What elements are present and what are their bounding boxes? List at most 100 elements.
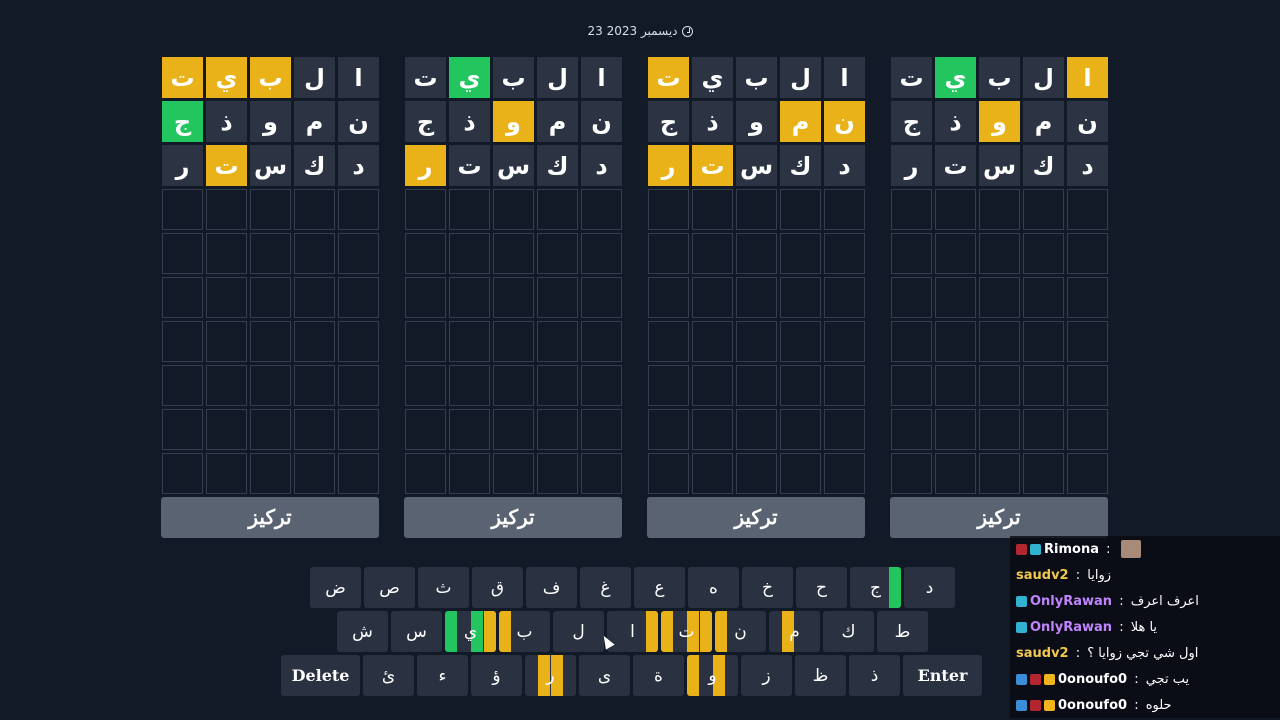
key-label: ه [709,577,718,598]
chat-badge-icon [1016,543,1027,555]
tile [1023,189,1064,230]
letter-key[interactable]: ل [553,611,604,652]
tile [537,233,578,274]
tile [405,277,446,318]
key-label: ج [870,577,881,598]
board-1-status-stripe [715,611,727,652]
letter-key[interactable]: م [769,611,820,652]
letter-key[interactable]: ئ [363,655,414,696]
chat-badge-icon [1044,699,1055,711]
letter-key[interactable]: و [687,655,738,696]
letter-key[interactable]: ه [688,567,739,608]
letter-key[interactable]: ج [850,567,901,608]
tile: س [736,145,777,186]
letter-key[interactable]: ب [499,611,550,652]
key-label: ؤ [492,665,501,686]
letter-key[interactable]: ى [579,655,630,696]
tile [537,321,578,362]
letter-key[interactable]: ء [417,655,468,696]
tile: ن [1067,101,1108,142]
letter-key[interactable]: ز [741,655,792,696]
letter-key[interactable]: ا [607,611,658,652]
letter-key[interactable]: ع [634,567,685,608]
tile: ك [294,145,335,186]
key-label: ق [490,577,505,598]
tile [1023,233,1064,274]
tile [979,189,1020,230]
letter-key[interactable]: ف [526,567,577,608]
tile: ن [338,101,379,142]
chat-text: اول شي تجي زوايا ؟ [1087,645,1199,661]
letter-key[interactable]: ن [715,611,766,652]
letter-key[interactable]: ظ [795,655,846,696]
focus-button-board-1[interactable]: تركيز [161,497,379,538]
letter-key[interactable]: ط [877,611,928,652]
tile: د [581,145,622,186]
tile: م [537,101,578,142]
tile [405,189,446,230]
tile [1023,365,1064,406]
tile: ا [1067,57,1108,98]
letter-key[interactable]: ر [525,655,576,696]
tile [891,189,932,230]
letter-key[interactable]: ت [661,611,712,652]
chat-text: يب تجي [1145,671,1190,687]
delete-key[interactable]: Delete [281,655,360,696]
focus-button-board-2[interactable]: تركيز [404,497,622,538]
letter-key[interactable]: ق [472,567,523,608]
letter-key[interactable]: ذ [849,655,900,696]
tile: ي [692,57,733,98]
letter-key[interactable]: ي [445,611,496,652]
tile [736,453,777,494]
key-label: ط [894,621,911,642]
letter-key[interactable]: ؤ [471,655,522,696]
chat-separator: : [1115,619,1128,635]
focus-button-board-3[interactable]: تركيز [647,497,865,538]
letter-key[interactable]: ش [337,611,388,652]
tile: ن [824,101,865,142]
tile [780,277,821,318]
tile [405,365,446,406]
letter-key[interactable]: خ [742,567,793,608]
tile [162,409,203,450]
letter-key[interactable]: ث [418,567,469,608]
letter-key[interactable]: غ [580,567,631,608]
tile [648,453,689,494]
letter-key[interactable]: د [904,567,955,608]
tile: و [250,101,291,142]
chat-separator: : [1071,645,1085,661]
letter-key[interactable]: ض [310,567,361,608]
chat-badge-icon [1030,699,1041,711]
tile: ب [736,57,777,98]
date-text: 23 ديسمبر 2023 [587,24,678,38]
tile: ج [162,101,203,142]
letter-key[interactable]: ك [823,611,874,652]
letter-key[interactable]: ح [796,567,847,608]
tile [736,189,777,230]
letter-key[interactable]: ص [364,567,415,608]
focus-button-board-4[interactable]: تركيز [890,497,1108,538]
chat-username: saudv2 [1016,645,1069,661]
tile: س [493,145,534,186]
tile: ك [1023,145,1064,186]
tile [648,409,689,450]
tile: ذ [206,101,247,142]
chat-badge-icon [1030,673,1041,685]
board-1: البيتنموذجدكستر [161,57,379,494]
tile [648,189,689,230]
tile: ت [692,145,733,186]
tile: ك [780,145,821,186]
tile [648,277,689,318]
chat-text: اعرف اعرف [1130,593,1199,609]
letter-key[interactable]: س [391,611,442,652]
key-label: ة [654,665,663,686]
board-3: البيتنموذجدكستر [647,57,865,494]
chat-separator: : [1130,697,1143,713]
tile [692,321,733,362]
key-label: ص [379,577,400,598]
tile [537,409,578,450]
enter-key[interactable]: Enter [903,655,982,696]
letter-key[interactable]: ة [633,655,684,696]
chat-message: saudv2 : اول شي تجي زوايا ؟ [1010,640,1280,666]
tile [162,277,203,318]
